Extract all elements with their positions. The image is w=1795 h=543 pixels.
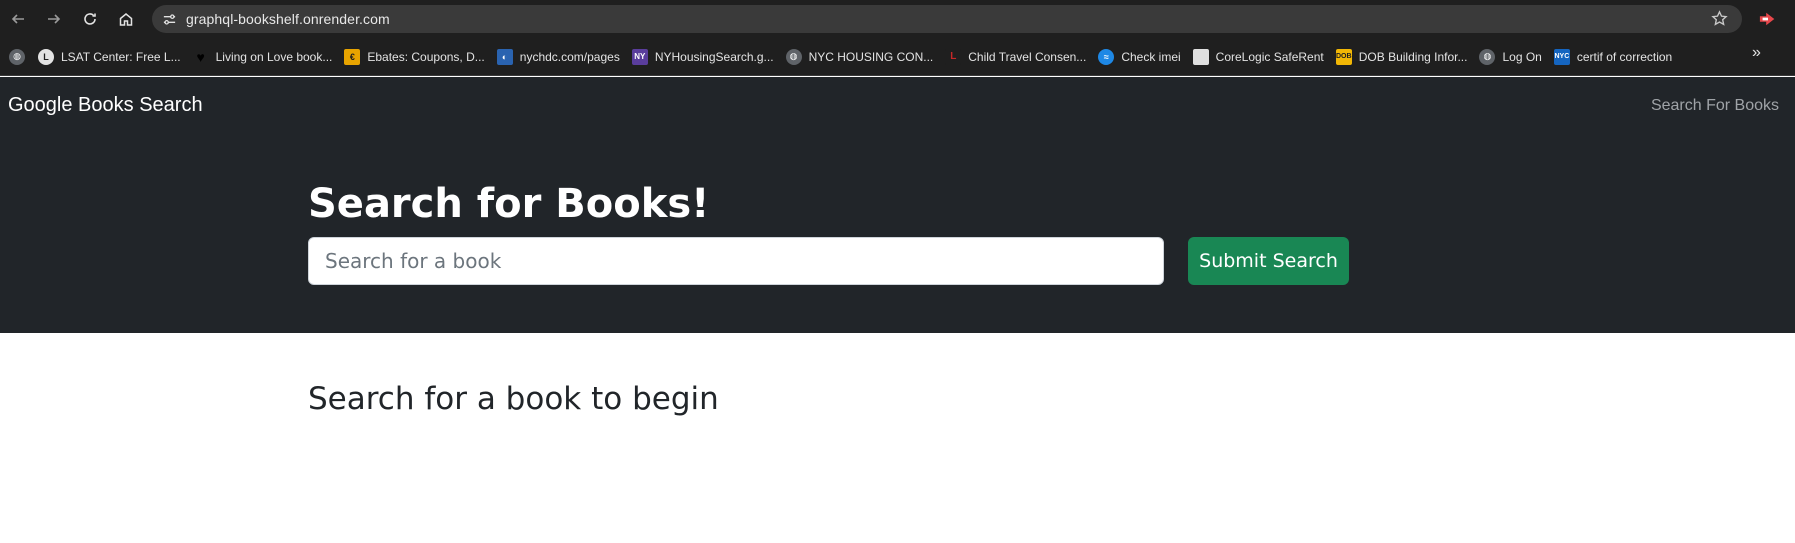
bookmark-item[interactable]: ◍	[0, 44, 38, 70]
chevron-double-right-icon[interactable]: »	[1752, 44, 1761, 62]
arrow-left-icon	[11, 14, 24, 24]
results-heading: Search for a book to begin	[308, 381, 719, 417]
search-hero: Search for Books! Submit Search	[0, 135, 1795, 333]
bookmark-item[interactable]: CoreLogic SafeRent	[1187, 44, 1330, 70]
site-navbar: Google Books Search Search For Books	[0, 77, 1795, 135]
browser-toolbar: graphql-bookshelf.onrender.com	[0, 0, 1795, 38]
document-icon	[1192, 48, 1209, 65]
bookmark-item[interactable]: ◍ Log On	[1473, 44, 1547, 70]
lc-icon: L	[945, 48, 962, 65]
home-button[interactable]	[108, 0, 144, 38]
globe-icon: ◍	[9, 48, 25, 65]
bookmark-item[interactable]: L LSAT Center: Free L...	[38, 44, 187, 70]
nychdc-icon: ◐	[496, 48, 513, 65]
submit-search-button[interactable]: Submit Search	[1188, 237, 1349, 285]
bookmark-label: LSAT Center: Free L...	[61, 49, 181, 64]
globe-icon: ◍	[1479, 48, 1496, 65]
bookmark-item[interactable]: € Ebates: Coupons, D...	[338, 44, 490, 70]
bookmark-label: Check imei	[1121, 49, 1181, 64]
bookmark-label: Child Travel Consen...	[968, 49, 1087, 64]
bookmark-item[interactable]: ♥ Living on Love book...	[187, 44, 339, 70]
dob-icon: DOB	[1335, 48, 1352, 65]
bookmark-label: CoreLogic SafeRent	[1215, 49, 1324, 64]
nav-link-search-for-books[interactable]: Search For Books	[1651, 97, 1779, 115]
bookmark-item[interactable]: L Child Travel Consen...	[939, 44, 1092, 70]
heart-icon: ♥	[196, 48, 205, 65]
back-button[interactable]	[0, 0, 36, 38]
bookmark-label: Ebates: Coupons, D...	[367, 49, 485, 64]
bookmark-label: Log On	[1502, 49, 1542, 64]
bookmark-label: nychdc.com/pages	[519, 49, 620, 64]
bookmark-star-icon[interactable]	[1711, 10, 1728, 32]
reload-icon	[84, 13, 96, 25]
forward-button[interactable]	[36, 0, 72, 38]
globe-icon: ◍	[785, 48, 802, 65]
bookmark-label: NYC HOUSING CON...	[808, 49, 934, 64]
nyc-icon: NYC	[1553, 48, 1570, 65]
page-title: Search for Books!	[308, 181, 710, 227]
bookmark-item[interactable]: ≈ Check imei	[1092, 44, 1186, 70]
brand-link[interactable]: Google Books Search	[8, 94, 203, 117]
bookmark-label: NYHousingSearch.g...	[654, 49, 774, 64]
bookmarks-bar: ◍ L LSAT Center: Free L... ♥ Living on L…	[0, 38, 1795, 76]
arrow-right-icon	[48, 14, 61, 24]
search-input[interactable]	[308, 237, 1164, 285]
imei-icon: ≈	[1098, 48, 1115, 65]
bookmark-item[interactable]: DOB DOB Building Infor...	[1330, 44, 1474, 70]
bookmark-item[interactable]: ◐ nychdc.com/pages	[491, 44, 626, 70]
url-text[interactable]: graphql-bookshelf.onrender.com	[186, 11, 390, 27]
reload-button[interactable]	[72, 0, 108, 38]
extension-icon[interactable]	[1757, 9, 1779, 29]
bookmark-label: Living on Love book...	[215, 49, 333, 64]
ny-icon: NY	[631, 48, 648, 65]
bookmark-label: certif of correction	[1576, 49, 1673, 64]
bookmark-item[interactable]: NY NYHousingSearch.g...	[626, 44, 780, 70]
ebates-icon: €	[344, 48, 361, 65]
site-info-icon[interactable]	[152, 5, 186, 33]
lsat-icon: L	[38, 48, 54, 65]
bookmark-item[interactable]: NYC certif of correction	[1548, 44, 1678, 70]
home-icon	[119, 13, 133, 26]
bookmark-label: DOB Building Infor...	[1358, 49, 1468, 64]
address-bar[interactable]: graphql-bookshelf.onrender.com	[152, 5, 1742, 33]
bookmark-item[interactable]: ◍ NYC HOUSING CON...	[780, 44, 940, 70]
